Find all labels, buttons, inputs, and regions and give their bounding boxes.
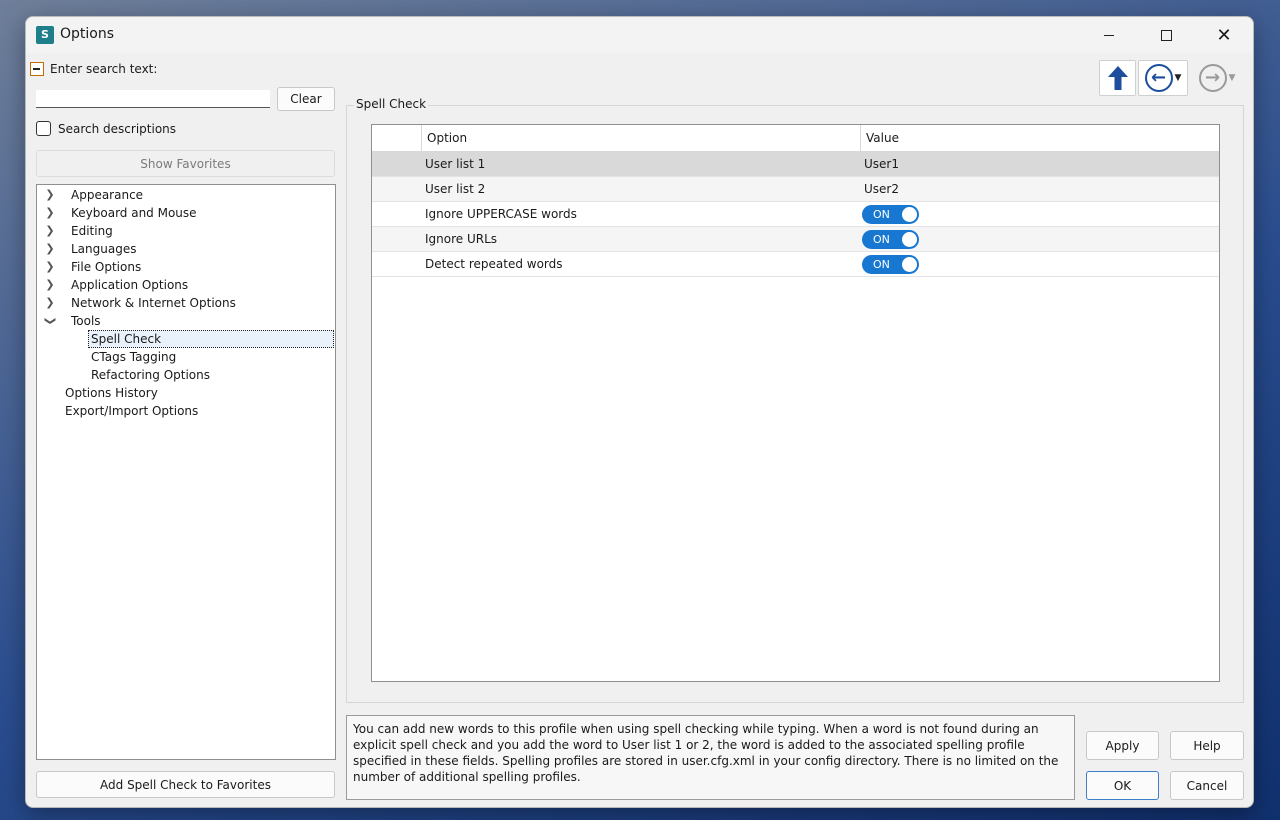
column-separator (860, 125, 861, 152)
tree-item-label: Export/Import Options (65, 404, 199, 418)
chevron-right-icon[interactable]: ❯ (43, 204, 57, 222)
tree-item-editing[interactable]: ❯ Editing (43, 222, 113, 240)
toggle-knob (902, 232, 917, 247)
search-input[interactable] (36, 90, 270, 108)
table-row[interactable]: User list 1 User1 (372, 152, 1219, 177)
option-name: User list 1 (425, 157, 486, 171)
options-window: S Options ✕ Enter search text: Clear Sea… (25, 16, 1254, 808)
toggle-switch[interactable]: ON (862, 230, 919, 249)
dropdown-arrow-icon[interactable]: ▼ (1175, 73, 1182, 83)
toggle-label: ON (873, 258, 890, 271)
tree-item-tools[interactable]: ❯ Tools (43, 312, 101, 330)
search-descriptions-checkbox[interactable]: Search descriptions (36, 121, 176, 136)
apply-button[interactable]: Apply (1086, 731, 1159, 760)
tree-item-label: Editing (71, 224, 113, 238)
ok-button[interactable]: OK (1086, 771, 1159, 800)
column-header-value[interactable]: Value (866, 131, 899, 145)
tree-item-label: Network & Internet Options (71, 296, 236, 310)
tree-item-network-internet[interactable]: ❯ Network & Internet Options (43, 294, 236, 312)
tree-item-label: Options History (65, 386, 158, 400)
tree-item-label: Refactoring Options (91, 368, 211, 382)
search-descriptions-label: Search descriptions (58, 121, 177, 136)
option-name: Detect repeated words (425, 257, 563, 271)
app-icon: S (36, 26, 54, 44)
chevron-right-icon[interactable]: ❯ (43, 258, 57, 276)
chevron-right-icon[interactable]: ❯ (43, 222, 57, 240)
chevron-right-icon[interactable]: ❯ (43, 294, 57, 312)
minimize-button[interactable] (1080, 17, 1138, 53)
option-name: Ignore URLs (425, 232, 498, 246)
option-name: User list 2 (425, 182, 486, 196)
table-row[interactable]: Ignore URLs ON (372, 227, 1219, 252)
group-title: Spell Check (354, 97, 429, 111)
toggle-knob (902, 257, 917, 272)
description-box: You can add new words to this profile wh… (346, 715, 1075, 800)
tree-item-label: File Options (71, 260, 142, 274)
chevron-right-icon[interactable]: ❯ (43, 276, 57, 294)
up-button[interactable] (1099, 60, 1136, 96)
maximize-button[interactable] (1137, 17, 1195, 53)
tree-item-appearance[interactable]: ❯ Appearance (43, 186, 143, 204)
tree-item-label: Tools (71, 314, 101, 328)
search-label: Enter search text: (50, 62, 158, 76)
arrow-up-icon (1107, 66, 1128, 90)
tree-item-refactoring-options[interactable]: Refactoring Options (91, 366, 210, 384)
tree-item-application-options[interactable]: ❯ Application Options (43, 276, 188, 294)
close-icon: ✕ (1216, 24, 1232, 46)
toggle-switch[interactable]: ON (862, 255, 919, 274)
dropdown-arrow-icon[interactable]: ▼ (1229, 73, 1236, 83)
tree-item-label: Languages (71, 242, 137, 256)
tree-item-languages[interactable]: ❯ Languages (43, 240, 136, 258)
column-header-option[interactable]: Option (427, 131, 467, 145)
chevron-right-icon[interactable]: ❯ (43, 240, 57, 258)
back-button[interactable]: ← ▼ (1138, 60, 1188, 96)
tree-item-keyboard-mouse[interactable]: ❯ Keyboard and Mouse (43, 204, 197, 222)
tree-item-file-options[interactable]: ❯ File Options (43, 258, 141, 276)
help-button[interactable]: Help (1170, 731, 1244, 760)
tree-item-label: CTags Tagging (91, 350, 177, 364)
close-button[interactable]: ✕ (1195, 17, 1253, 53)
forward-button[interactable]: → ▼ (1191, 60, 1243, 96)
maximize-icon (1160, 29, 1172, 41)
search-header: Enter search text: (30, 62, 157, 76)
tree-item-label: Appearance (71, 188, 144, 202)
table-row[interactable]: User list 2 User2 (372, 177, 1219, 202)
toggle-label: ON (873, 233, 890, 246)
chevron-right-icon[interactable]: ❯ (43, 186, 57, 204)
collapse-icon[interactable] (30, 62, 44, 76)
tree-item-spell-check[interactable]: Spell Check (88, 330, 334, 348)
option-value[interactable]: User1 (864, 157, 899, 171)
grid-header: Option Value (372, 125, 1219, 152)
arrow-right-circle-icon: → (1198, 64, 1227, 92)
toggle-switch[interactable]: ON (862, 205, 919, 224)
clear-button[interactable]: Clear (277, 87, 335, 111)
toggle-knob (902, 207, 917, 222)
option-name: Ignore UPPERCASE words (425, 207, 577, 221)
tree-item-label: Spell Check (91, 332, 162, 346)
window-title: Options (60, 26, 115, 42)
column-separator (421, 125, 422, 152)
tree-item-options-history[interactable]: Options History (65, 384, 158, 402)
cancel-button[interactable]: Cancel (1170, 771, 1244, 800)
options-grid[interactable]: Option Value User list 1 User1 User list… (371, 124, 1220, 682)
tree-item-ctags-tagging[interactable]: CTags Tagging (91, 348, 176, 366)
tree-item-label: Keyboard and Mouse (71, 206, 197, 220)
show-favorites-button[interactable]: Show Favorites (36, 150, 335, 177)
option-value[interactable]: User2 (864, 182, 899, 196)
checkbox-icon[interactable] (36, 121, 51, 136)
title-bar: S Options ✕ (26, 17, 1253, 53)
chevron-down-icon[interactable]: ❯ (41, 314, 59, 328)
options-tree[interactable]: ❯ Appearance ❯ Keyboard and Mouse ❯ Editing… (36, 184, 336, 760)
table-row[interactable]: Ignore UPPERCASE words ON (372, 202, 1219, 227)
minimize-icon (1104, 34, 1114, 36)
table-row[interactable]: Detect repeated words ON (372, 252, 1219, 277)
arrow-left-circle-icon: ← (1144, 64, 1173, 92)
add-to-favorites-button[interactable]: Add Spell Check to Favorites (36, 771, 335, 798)
tree-item-label: Application Options (71, 278, 189, 292)
tree-item-export-import[interactable]: Export/Import Options (65, 402, 198, 420)
toggle-label: ON (873, 208, 890, 221)
